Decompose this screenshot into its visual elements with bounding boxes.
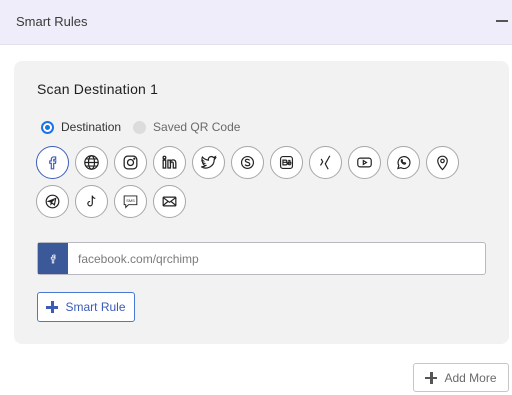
radio-saved-qr-code[interactable]: Saved QR Code bbox=[133, 120, 240, 134]
instagram-icon[interactable] bbox=[114, 146, 147, 179]
skype-icon[interactable] bbox=[231, 146, 264, 179]
plus-icon bbox=[425, 371, 438, 384]
plus-icon bbox=[46, 301, 59, 313]
location-icon[interactable] bbox=[426, 146, 459, 179]
card-title: Scan Destination 1 bbox=[37, 81, 159, 97]
radio-unselected-icon bbox=[133, 120, 147, 134]
tiktok-icon[interactable] bbox=[75, 185, 108, 218]
smart-rule-label: Smart Rule bbox=[65, 300, 126, 314]
add-more-button[interactable]: Add More bbox=[413, 363, 509, 392]
telegram-icon[interactable] bbox=[36, 185, 69, 218]
destination-url-input[interactable] bbox=[68, 243, 485, 274]
website-icon[interactable] bbox=[75, 146, 108, 179]
radio-selected-icon bbox=[41, 120, 54, 134]
destination-type-radios: Destination Saved QR Code bbox=[41, 119, 252, 135]
sms-icon[interactable]: SMS bbox=[114, 185, 147, 218]
smart-rule-button[interactable]: Smart Rule bbox=[37, 292, 135, 322]
linkedin-icon[interactable] bbox=[153, 146, 186, 179]
radio-label: Saved QR Code bbox=[153, 120, 241, 134]
youtube-icon[interactable] bbox=[348, 146, 381, 179]
whatsapp-icon[interactable] bbox=[387, 146, 420, 179]
xing-icon[interactable] bbox=[309, 146, 342, 179]
section-title: Smart Rules bbox=[16, 14, 88, 29]
collapse-icon[interactable] bbox=[494, 11, 510, 31]
facebook-icon[interactable] bbox=[36, 146, 69, 179]
destination-url-field bbox=[37, 242, 486, 275]
facebook-icon bbox=[38, 243, 68, 274]
svg-text:SMS: SMS bbox=[126, 198, 135, 203]
radio-label: Destination bbox=[61, 120, 122, 134]
twitter-icon[interactable] bbox=[192, 146, 225, 179]
email-icon[interactable] bbox=[153, 185, 186, 218]
add-more-label: Add More bbox=[444, 370, 497, 385]
radio-destination[interactable]: Destination bbox=[41, 120, 121, 134]
scan-destination-card: Scan Destination 1 Destination Saved QR … bbox=[14, 61, 509, 344]
behance-icon[interactable] bbox=[270, 146, 303, 179]
smart-rules-header[interactable]: Smart Rules bbox=[0, 0, 512, 45]
